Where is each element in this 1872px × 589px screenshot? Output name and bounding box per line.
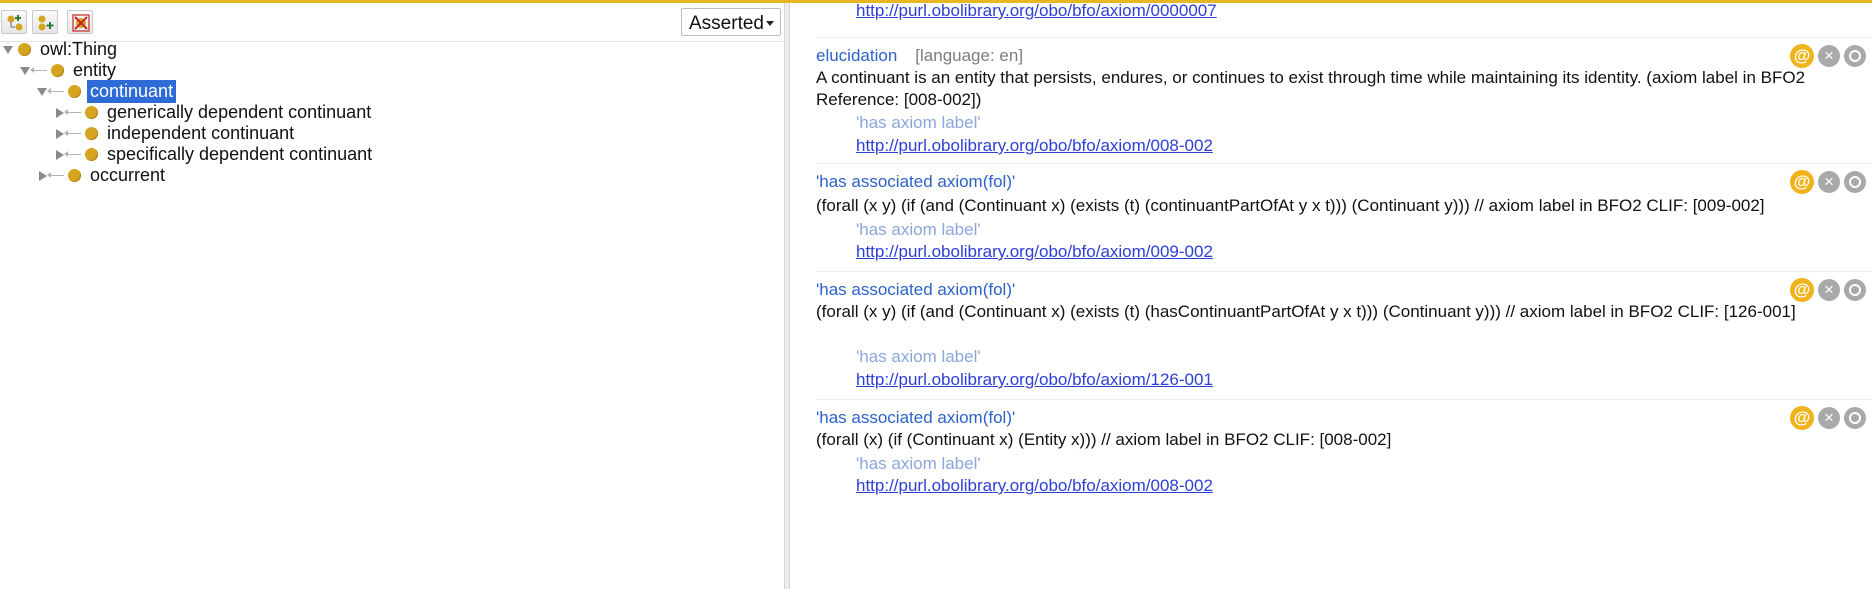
annotation-value: (forall (x y) (if (and (Continuant x) (e…: [816, 302, 1796, 321]
axiom-link[interactable]: http://purl.obolibrary.org/obo/bfo/axiom…: [856, 136, 1213, 156]
annotation-actions: @ ×: [1790, 44, 1872, 68]
edit-annotation-button[interactable]: [1844, 45, 1866, 67]
annotate-button[interactable]: @: [1790, 278, 1814, 302]
axiom-label-property[interactable]: 'has axiom label': [856, 220, 981, 240]
axiom-label-property[interactable]: 'has axiom label': [856, 113, 981, 133]
annotate-button[interactable]: @: [1790, 406, 1814, 430]
axiom-label-property[interactable]: 'has axiom label': [856, 347, 981, 367]
edit-annotation-button[interactable]: [1844, 171, 1866, 193]
tree-connector: [64, 151, 81, 157]
add-subclass-icon: [7, 15, 23, 31]
tree-connector: [64, 109, 81, 115]
expand-arrow-icon: [56, 107, 64, 118]
annotation-actions: @ ×: [1790, 170, 1872, 194]
expand-arrow-icon: [39, 170, 47, 181]
delete-class-button[interactable]: [67, 10, 93, 34]
delete-annotation-button[interactable]: ×: [1818, 171, 1840, 193]
tree-connector: [47, 88, 64, 94]
annotation-item: 'has associated axiom(fol)' @ × (forall …: [816, 399, 1872, 586]
collapse-arrow-icon: [3, 45, 13, 54]
expand-toggle[interactable]: [2, 44, 14, 56]
delete-annotation-button[interactable]: ×: [1818, 407, 1840, 429]
tree-connector: [47, 172, 64, 178]
annotate-button[interactable]: @: [1790, 170, 1814, 194]
annotation-property[interactable]: elucidation [language: en]: [816, 46, 1023, 66]
annotation-value: (forall (x) (if (Continuant x) (Entity x…: [816, 430, 1392, 449]
tree-node-label: occurrent: [90, 165, 166, 185]
chevron-down-icon: [766, 21, 774, 26]
add-subclass-button[interactable]: [1, 10, 27, 34]
view-mode-label: Asserted: [689, 13, 764, 34]
annotation-item: elucidation [language: en] @ × A continua…: [816, 37, 1872, 160]
annotation-property[interactable]: 'has associated axiom(fol)': [816, 280, 1015, 300]
axiom-link[interactable]: http://purl.obolibrary.org/obo/bfo/axiom…: [856, 3, 1217, 21]
axiom-label-property[interactable]: 'has axiom label': [856, 454, 981, 474]
annotation-value: A continuant is an entity that persists,…: [816, 68, 1806, 109]
class-icon: [51, 64, 64, 77]
class-icon: [68, 169, 81, 182]
collapse-arrow-icon: [37, 87, 47, 96]
delete-class-icon: [72, 14, 90, 32]
view-mode-dropdown[interactable]: Asserted: [681, 8, 781, 36]
edit-annotation-button[interactable]: [1844, 407, 1866, 429]
annotation-property[interactable]: 'has associated axiom(fol)': [816, 408, 1015, 428]
tree-connector: [64, 130, 81, 136]
tree-node-occurrent[interactable]: occurrent: [36, 163, 168, 188]
annotation-actions: @ ×: [1790, 278, 1872, 302]
class-icon: [85, 106, 98, 119]
class-icon: [18, 43, 31, 56]
annotation-property-label: elucidation: [816, 46, 898, 65]
add-sibling-button[interactable]: [32, 10, 58, 34]
annotation-property[interactable]: 'has associated axiom(fol)': [816, 172, 1015, 192]
add-sibling-icon: [38, 15, 54, 31]
axiom-link[interactable]: http://purl.obolibrary.org/obo/bfo/axiom…: [856, 370, 1213, 390]
annotation-item: 'has associated axiom(fol)' @ × (forall …: [816, 163, 1872, 269]
expand-arrow-icon: [56, 128, 64, 139]
class-hierarchy-pane: Asserted owl:Thing entity continuant gen…: [0, 3, 784, 589]
language-tag: [language: en]: [915, 46, 1024, 65]
axiom-link[interactable]: http://purl.obolibrary.org/obo/bfo/axiom…: [856, 476, 1213, 496]
axiom-link[interactable]: http://purl.obolibrary.org/obo/bfo/axiom…: [856, 242, 1213, 262]
annotations-pane: http://purl.obolibrary.org/obo/bfo/axiom…: [790, 3, 1872, 589]
delete-annotation-button[interactable]: ×: [1818, 279, 1840, 301]
delete-annotation-button[interactable]: ×: [1818, 45, 1840, 67]
class-icon: [85, 148, 98, 161]
expand-arrow-icon: [56, 149, 64, 160]
class-icon: [85, 127, 98, 140]
annotation-item: 'has associated axiom(fol)' @ × (forall …: [816, 271, 1872, 396]
annotation-value: (forall (x y) (if (and (Continuant x) (e…: [816, 196, 1765, 215]
annotate-button[interactable]: @: [1790, 44, 1814, 68]
tree-connector: [30, 67, 47, 73]
class-icon: [68, 85, 81, 98]
collapse-arrow-icon: [20, 66, 30, 75]
edit-annotation-button[interactable]: [1844, 279, 1866, 301]
annotation-actions: @ ×: [1790, 406, 1872, 430]
